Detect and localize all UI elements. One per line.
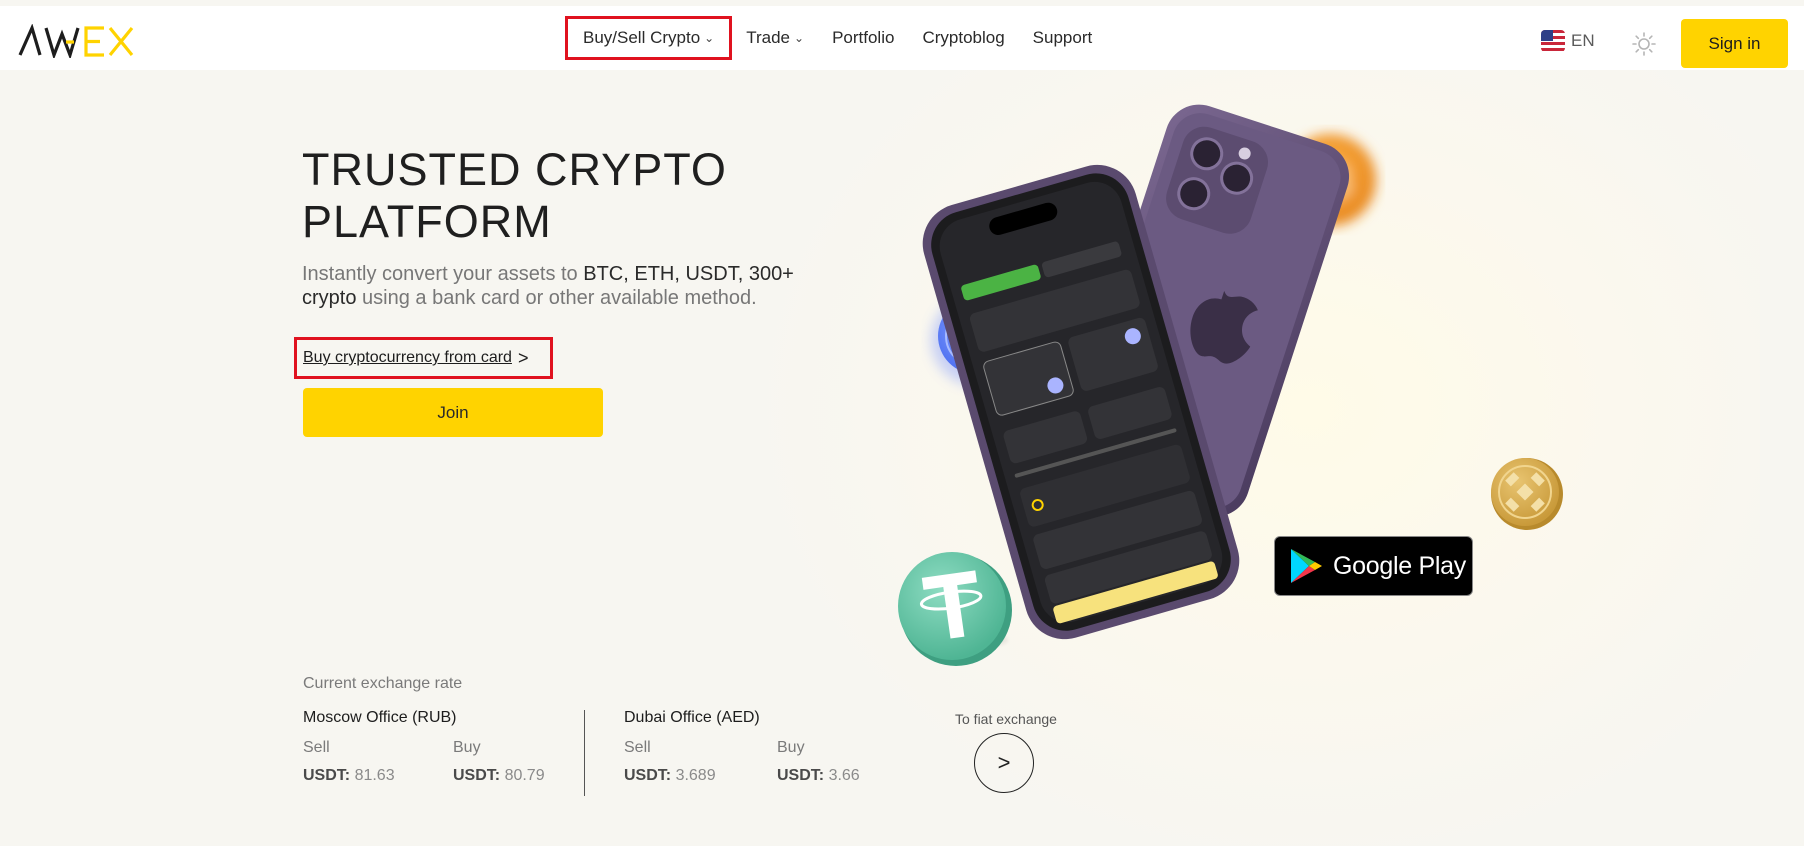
main-nav: Buy/Sell Crypto ⌄ Trade ⌄ Portfolio Cryp… [565, 14, 1106, 62]
language-selector[interactable]: EN [1541, 30, 1595, 52]
rate-value: 3.689 [675, 767, 716, 784]
moscow-sell-label: Sell [303, 739, 330, 756]
nav-trade[interactable]: Trade ⌄ [732, 16, 818, 60]
nav-support[interactable]: Support [1019, 16, 1107, 60]
dubai-buy-label: Buy [777, 739, 805, 756]
rate-value: 3.66 [828, 767, 860, 784]
subtitle-text: Instantly convert your assets to [302, 263, 584, 285]
nav-portfolio[interactable]: Portfolio [818, 16, 908, 60]
sun-icon[interactable] [1631, 31, 1657, 57]
nav-cryptoblog[interactable]: Cryptoblog [908, 16, 1018, 60]
subtitle-text-end: using a bank card or other available met… [356, 287, 757, 309]
top-header: Buy/Sell Crypto ⌄ Trade ⌄ Portfolio Cryp… [0, 6, 1804, 70]
nav-label: Cryptoblog [922, 28, 1005, 47]
nav-label: Support [1032, 28, 1093, 47]
nav-label: Buy/Sell Crypto [583, 28, 701, 47]
currency-label: USDT: [777, 767, 825, 784]
currency-label: USDT: [624, 767, 672, 784]
chevron-down-icon: ⌄ [704, 31, 715, 45]
dubai-sell-label: Sell [624, 739, 651, 756]
buy-crypto-from-card-link[interactable]: Buy cryptocurrency from card > [294, 337, 553, 379]
moscow-office-name: Moscow Office (RUB) [303, 709, 457, 726]
chevron-right-icon: > [517, 347, 529, 368]
moscow-buy-rate: USDT: 80.79 [453, 767, 545, 785]
rate-value: 81.63 [354, 767, 395, 784]
moscow-buy-label: Buy [453, 739, 481, 756]
hero-illustration: ₿ [898, 104, 1563, 666]
dubai-office-name: Dubai Office (AED) [624, 709, 760, 726]
currency-label: USDT: [453, 767, 501, 784]
us-flag-icon [1541, 30, 1565, 52]
fiat-exchange-button[interactable]: > [974, 733, 1034, 793]
chevron-down-icon: ⌄ [794, 31, 805, 45]
chevron-right-icon: > [997, 750, 1011, 775]
hero-title-line2: PLATFORM [302, 196, 552, 247]
join-button[interactable]: Join [303, 388, 603, 437]
hero-title: TRUSTED CRYPTO PLATFORM [302, 144, 762, 248]
rates-divider [584, 710, 585, 796]
language-label: EN [1571, 31, 1595, 50]
buy-link-label: Buy cryptocurrency from card [303, 349, 512, 366]
moscow-sell-rate: USDT: 81.63 [303, 767, 395, 785]
tether-coin-icon [898, 552, 1012, 666]
google-play-badge[interactable]: Google Play [1274, 536, 1473, 596]
awex-logo[interactable] [18, 24, 136, 58]
hero-subtitle: Instantly convert your assets to BTC, ET… [302, 262, 822, 310]
nav-label: Portfolio [832, 28, 895, 47]
nav-label: Trade [746, 28, 791, 47]
dubai-sell-rate: USDT: 3.689 [624, 767, 716, 785]
rate-value: 80.79 [504, 767, 545, 784]
hero-title-line1: TRUSTED CRYPTO [302, 144, 727, 195]
google-play-icon [1291, 549, 1322, 583]
nav-buy-sell-crypto[interactable]: Buy/Sell Crypto ⌄ [565, 16, 733, 60]
currency-label: USDT: [303, 767, 351, 784]
sign-in-button[interactable]: Sign in [1681, 19, 1788, 68]
binance-coin-icon [1491, 458, 1563, 530]
google-play-label: Google Play [1333, 551, 1466, 580]
fiat-exchange-label: To fiat exchange [955, 711, 1057, 727]
exchange-rate-title: Current exchange rate [303, 675, 463, 692]
dubai-buy-rate: USDT: 3.66 [777, 767, 860, 785]
